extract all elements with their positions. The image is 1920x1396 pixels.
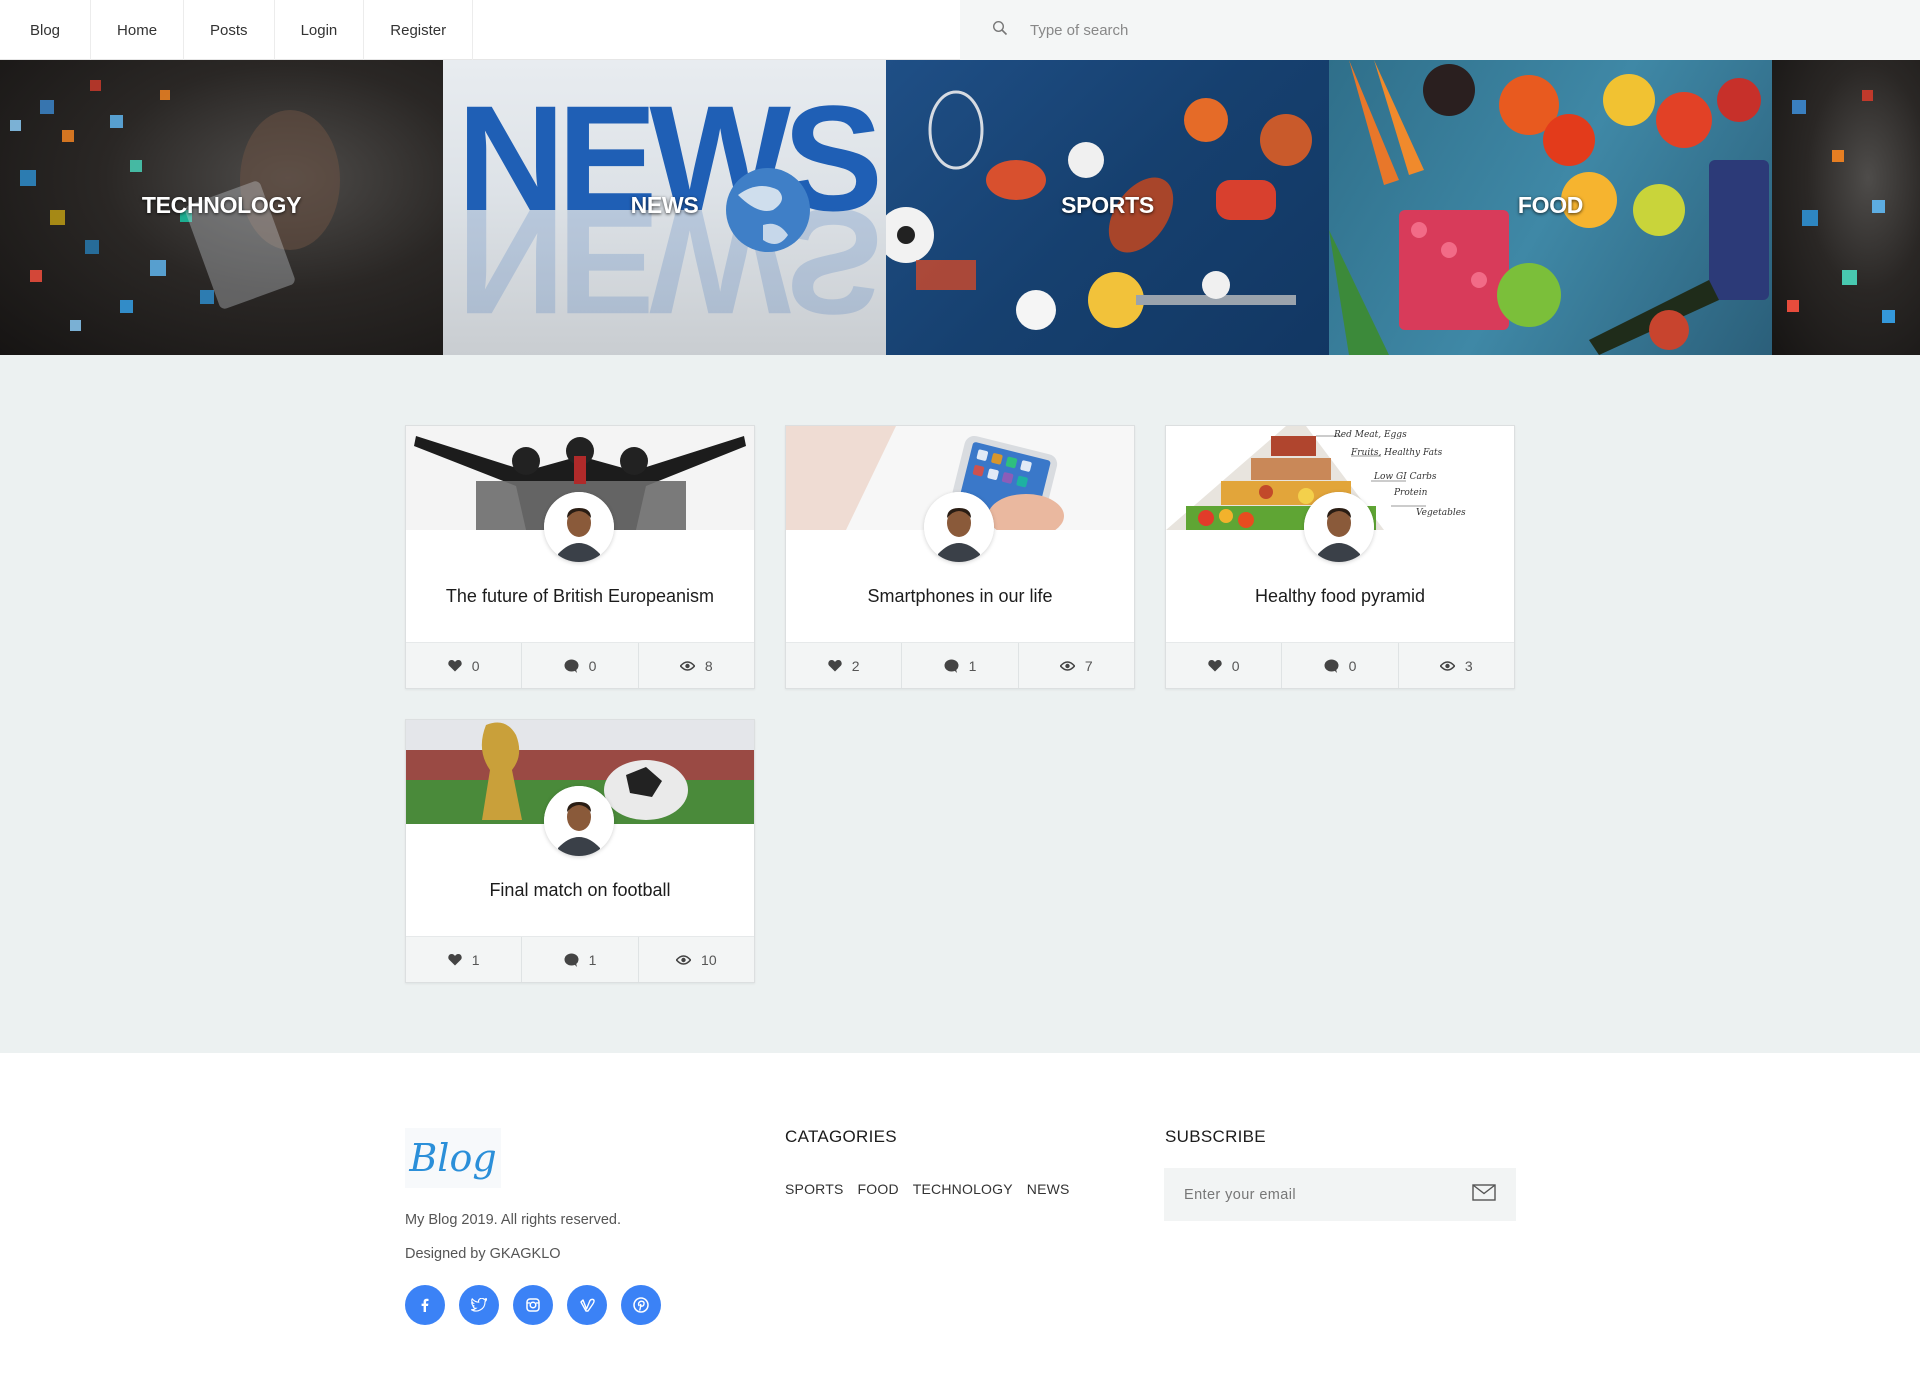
heart-icon [1208, 660, 1222, 672]
footer: Blog My Blog 2019. All rights reserved. … [0, 1053, 1920, 1396]
likes-stat[interactable]: 2 [786, 643, 903, 688]
heart-icon [448, 660, 462, 672]
facebook-icon[interactable] [405, 1285, 445, 1325]
likes-count: 1 [471, 951, 480, 968]
author-avatar [1304, 492, 1374, 562]
category-label: SPORTS [1061, 192, 1154, 218]
author-avatar [544, 786, 614, 856]
views-count: 3 [1464, 657, 1473, 674]
vimeo-icon[interactable] [567, 1285, 607, 1325]
main-nav: Blog Home Posts Login Register [0, 0, 474, 60]
comments-stat[interactable]: 0 [522, 643, 639, 688]
categories-heading: CATAGORIES [785, 1127, 897, 1146]
comment-icon [564, 953, 579, 967]
views-count: 7 [1084, 657, 1093, 674]
comment-icon [944, 659, 959, 673]
comments-count: 1 [588, 951, 597, 968]
comments-stat[interactable]: 1 [902, 643, 1019, 688]
footer-logo[interactable]: Blog [405, 1128, 501, 1188]
eye-icon [676, 954, 692, 965]
category-label: TECHNOLOGY [141, 192, 302, 218]
nav-brand-blog[interactable]: Blog [0, 0, 92, 60]
category-food[interactable]: FOOD [1329, 60, 1772, 355]
eye-icon [679, 660, 695, 671]
top-navbar: Blog Home Posts Login Register [0, 0, 1920, 60]
nav-item-register[interactable]: Register [364, 0, 474, 60]
email-field[interactable] [1184, 1186, 1472, 1203]
comments-stat[interactable]: 0 [1282, 643, 1399, 688]
footer-link-technology[interactable]: TECHNOLOGY [913, 1181, 1013, 1197]
search-input[interactable] [1030, 21, 1430, 39]
nav-item-posts[interactable]: Posts [184, 0, 275, 60]
post-card[interactable]: Final match on football 1 1 10 [405, 719, 755, 983]
category-sports[interactable]: SPORTS [886, 60, 1329, 355]
posts-section: The future of British Europeanism 0 0 8 [0, 355, 1920, 1053]
subscribe-form [1164, 1168, 1516, 1221]
pyramid-label-2: Fruits, Healthy Fats [1351, 448, 1443, 458]
heart-icon [448, 954, 462, 966]
likes-count: 0 [1231, 657, 1240, 674]
technology-image [1787, 90, 1895, 323]
comments-stat[interactable]: 1 [522, 937, 639, 982]
envelope-icon[interactable] [1472, 1183, 1496, 1206]
post-title[interactable]: Healthy food pyramid [1166, 586, 1514, 607]
likes-stat[interactable]: 0 [406, 643, 523, 688]
views-stat: 10 [639, 937, 754, 982]
pyramid-label-4: Protein [1394, 488, 1428, 498]
likes-stat[interactable]: 1 [406, 937, 523, 982]
pyramid-label-5: Vegetables [1416, 508, 1466, 518]
category-technology-partial[interactable] [1772, 60, 1920, 355]
designer-credit: Designed by GKAGKLO [405, 1246, 561, 1262]
nav-item-login[interactable]: Login [275, 0, 365, 60]
eye-icon [1059, 660, 1075, 671]
post-stats: 2 1 7 [786, 642, 1134, 688]
pyramid-label-1: Red Meat, Eggs [1334, 430, 1407, 440]
category-technology[interactable]: TECHNOLOGY [0, 60, 443, 355]
search-icon[interactable] [992, 20, 1008, 41]
likes-stat[interactable]: 0 [1166, 643, 1283, 688]
category-banner: TECHNOLOGY NEWS NEWS NEWS SPORTS FOOD [0, 60, 1920, 355]
footer-category-links: SPORTS FOOD TECHNOLOGY NEWS [785, 1181, 1084, 1197]
post-stats: 1 1 10 [406, 936, 754, 982]
footer-link-sports[interactable]: SPORTS [785, 1181, 844, 1197]
category-label: NEWS [630, 192, 699, 218]
views-count: 8 [704, 657, 713, 674]
eye-icon [1439, 660, 1455, 671]
footer-link-news[interactable]: NEWS [1027, 1181, 1070, 1197]
post-stats: 0 0 3 [1166, 642, 1514, 688]
comment-icon [1324, 659, 1339, 673]
comments-count: 1 [968, 657, 977, 674]
comments-count: 0 [588, 657, 597, 674]
nav-item-home[interactable]: Home [91, 0, 185, 60]
author-avatar [544, 492, 614, 562]
post-card[interactable]: Smartphones in our life 2 1 7 [785, 425, 1135, 689]
post-stats: 0 0 8 [406, 642, 754, 688]
twitter-icon[interactable] [459, 1285, 499, 1325]
pyramid-label-3: Low GI Carbs [1374, 472, 1437, 482]
social-links [405, 1285, 675, 1325]
footer-link-food[interactable]: FOOD [858, 1181, 899, 1197]
post-title[interactable]: Final match on football [406, 880, 754, 901]
views-count: 10 [701, 951, 717, 968]
subscribe-heading: SUBSCRIBE [1165, 1127, 1266, 1146]
category-label: FOOD [1517, 192, 1584, 218]
heart-icon [828, 660, 842, 672]
views-stat: 3 [1399, 643, 1514, 688]
likes-count: 0 [471, 657, 480, 674]
post-title[interactable]: Smartphones in our life [786, 586, 1134, 607]
views-stat: 7 [1019, 643, 1134, 688]
instagram-icon[interactable] [513, 1285, 553, 1325]
post-title[interactable]: The future of British Europeanism [406, 586, 754, 607]
comments-count: 0 [1348, 657, 1357, 674]
likes-count: 2 [851, 657, 860, 674]
views-stat: 8 [639, 643, 754, 688]
search-bar [960, 0, 1920, 60]
author-avatar [924, 492, 994, 562]
category-news[interactable]: NEWS NEWS NEWS [443, 60, 886, 355]
copyright-text: My Blog 2019. All rights reserved. [405, 1212, 621, 1228]
pinterest-icon[interactable] [621, 1285, 661, 1325]
comment-icon [564, 659, 579, 673]
post-card[interactable]: The future of British Europeanism 0 0 8 [405, 425, 755, 689]
post-card[interactable]: Red Meat, Eggs Fruits, Healthy Fats Low … [1165, 425, 1515, 689]
